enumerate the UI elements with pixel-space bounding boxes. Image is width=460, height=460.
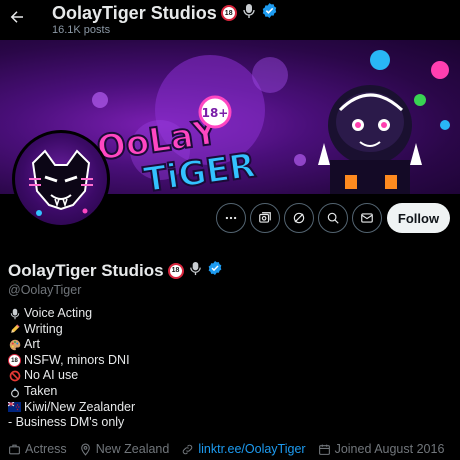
bio-line: Kiwi/New Zealander [8,400,135,416]
location-pin-icon [80,443,90,456]
palette-icon [8,338,21,351]
prohibited-icon [8,370,21,383]
profile-actions: Follow [0,203,460,233]
more-icon [225,216,237,220]
mail-icon [361,213,373,223]
message-button[interactable] [352,203,382,233]
bio-text: Voice Acting [24,306,93,320]
bio-line: Taken [8,384,135,400]
follow-button[interactable]: Follow [387,203,450,233]
search-icon [327,212,339,224]
bio-line: Writing [8,322,135,338]
bio-line: 18 NSFW, minors DNI [8,353,135,369]
bio-line: No AI use [8,368,135,384]
profile-meta: Actress New Zealand linktr.ee/OolayTiger… [8,442,460,456]
more-options-button[interactable] [216,203,246,233]
banner-age-badge: 18+ [202,106,229,120]
joined-text: Joined August 2016 [334,442,445,456]
joined-item: Joined August 2016 [318,442,445,456]
ring-icon [8,385,21,398]
bio-line: Art [8,337,135,353]
bio-line: Voice Acting [8,306,135,322]
profile-handle: @OolayTiger [8,283,82,297]
bio-text: NSFW, minors DNI [24,352,130,367]
back-arrow-icon[interactable] [6,6,28,28]
microphone-icon [241,3,257,24]
verified-badge-icon[interactable] [207,260,223,281]
profile-name: OolayTiger Studios 18 [8,260,223,281]
header-title: OolayTiger Studios 18 [52,2,278,24]
pencil-icon [8,323,21,336]
category-text: Actress [25,442,67,456]
subscriptions-button[interactable] [250,203,280,233]
location-item: New Zealand [79,442,170,456]
calendar-icon [318,444,330,455]
bio-text: Taken [24,383,58,398]
microphone-icon [8,307,21,320]
bio-text: - Business DM's only [8,415,125,430]
briefcase-icon [9,444,20,454]
header-title-text: OolayTiger Studios [52,2,217,23]
category-item: Actress [8,442,67,456]
bio-text: Art [24,337,40,352]
no-under-18-icon: 18 [8,354,21,368]
media-icon [259,212,271,223]
verified-badge-icon [261,2,278,24]
no-under-18-icon: 18 [220,5,237,21]
bio-text: No AI use [24,368,79,383]
age-badge-text: 18 [171,267,180,274]
no-under-18-icon: 18 [167,262,184,279]
location-text: New Zealand [95,442,170,456]
profile-bio: Voice Acting Writing Art 18 NSFW, minors… [8,306,135,431]
bio-line: - Business DM's only [8,415,135,431]
new-zealand-flag-icon [8,401,21,414]
bio-text: Writing [24,321,63,336]
search-button[interactable] [318,203,348,233]
microphone-icon [188,261,203,281]
age-badge-text: 18 [11,357,18,364]
link-icon [183,444,193,454]
top-bar: OolayTiger Studios 18 16.1K posts [0,0,460,40]
grok-button[interactable] [284,203,314,233]
bio-text: Kiwi/New Zealander [24,399,136,414]
website-item: linktr.ee/OolayTiger [181,442,306,456]
display-name: OolayTiger Studios [8,260,164,280]
grok-icon [293,212,305,224]
website-link[interactable]: linktr.ee/OolayTiger [198,442,305,456]
age-badge-text: 18 [224,9,233,17]
posts-count: 16.1K posts [52,24,111,36]
